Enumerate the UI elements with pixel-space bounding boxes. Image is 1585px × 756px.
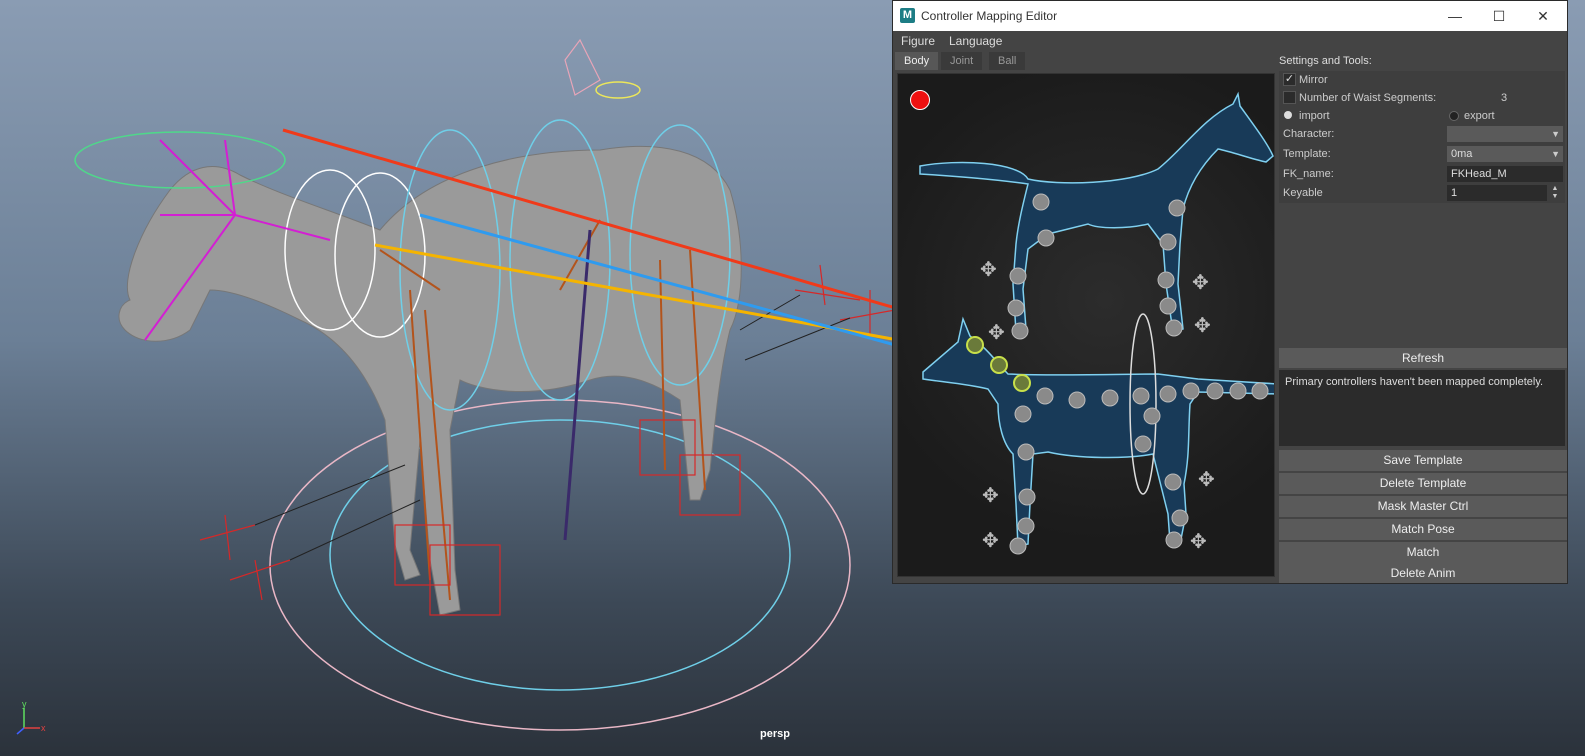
- fkname-row: FK_name: FKHead_M: [1279, 165, 1565, 183]
- refresh-button[interactable]: Refresh: [1279, 348, 1567, 368]
- import-radio[interactable]: [1284, 111, 1292, 119]
- svg-text:✥: ✥: [1198, 469, 1215, 491]
- controller-mapping-editor-window: M Controller Mapping Editor — ☐ ✕ Figure…: [892, 0, 1568, 584]
- svg-text:✥: ✥: [982, 530, 999, 552]
- silhouettes: ✥ ✥ ✥ ✥ ✥ ✥ ✥ ✥: [919, 91, 1274, 555]
- axis-gizmo: y x: [16, 700, 46, 735]
- axis-y-label: y: [22, 700, 27, 709]
- tab-ball[interactable]: Ball: [989, 52, 1026, 70]
- import-label: import: [1299, 110, 1330, 122]
- mask-master-ctrl-button[interactable]: Mask Master Ctrl: [1279, 496, 1567, 517]
- template-row: Template: 0ma ▼: [1279, 145, 1565, 163]
- tab-body[interactable]: Body: [895, 52, 939, 70]
- window-title: Controller Mapping Editor: [921, 9, 1058, 23]
- character-row: Character: ▼: [1279, 125, 1565, 143]
- status-message: Primary controllers haven't been mapped …: [1279, 370, 1565, 446]
- svg-text:✥: ✥: [1190, 531, 1207, 553]
- keyable-label: Keyable: [1283, 187, 1323, 199]
- master-ctrl: [595, 81, 641, 99]
- save-template-button[interactable]: Save Template: [1279, 450, 1567, 471]
- keyable-spinner[interactable]: ▲ ▼: [1547, 185, 1563, 201]
- minimize-button[interactable]: —: [1433, 1, 1477, 31]
- chevron-down-icon: ▼: [1551, 129, 1560, 139]
- keyable-field[interactable]: 1: [1447, 185, 1547, 201]
- template-value: 0ma: [1451, 148, 1473, 160]
- mirror-checkbox[interactable]: ✓: [1283, 73, 1296, 86]
- waist-row: Number of Waist Segments: 3: [1279, 89, 1565, 107]
- export-radio[interactable]: [1449, 111, 1459, 121]
- waist-value[interactable]: 3: [1501, 92, 1507, 104]
- character-label: Character:: [1283, 128, 1335, 140]
- fkname-label: FK_name:: [1283, 168, 1334, 180]
- template-dropdown[interactable]: 0ma ▼: [1447, 146, 1563, 162]
- template-label: Template:: [1283, 148, 1331, 160]
- export-label: export: [1464, 110, 1495, 122]
- mirror-label: Mirror: [1299, 74, 1328, 86]
- menu-figure[interactable]: Figure: [901, 34, 935, 48]
- waist-checkbox[interactable]: [1283, 91, 1296, 104]
- match-button[interactable]: Match: [1279, 542, 1567, 563]
- keyable-row: Keyable 1 ▲ ▼: [1279, 184, 1565, 202]
- maximize-button[interactable]: ☐: [1477, 1, 1521, 31]
- match-pose-button[interactable]: Match Pose: [1279, 519, 1567, 540]
- import-export-row: import export: [1279, 107, 1565, 125]
- chevron-down-icon: ▼: [1551, 149, 1560, 159]
- character-dropdown[interactable]: ▼: [1447, 126, 1563, 142]
- fkname-field[interactable]: FKHead_M: [1447, 166, 1563, 182]
- settings-panel: ✓ Mirror Number of Waist Segments: 3 imp…: [1279, 71, 1565, 203]
- mirror-row: ✓ Mirror: [1279, 71, 1565, 89]
- svg-text:✥: ✥: [982, 485, 999, 507]
- delete-template-button[interactable]: Delete Template: [1279, 473, 1567, 494]
- camera-label: persp: [760, 728, 790, 740]
- axis-x-label: x: [41, 723, 46, 733]
- close-button[interactable]: ✕: [1521, 1, 1565, 31]
- top-horse-silhouette: [919, 91, 1274, 333]
- delete-anim-button[interactable]: Delete Anim: [1279, 563, 1567, 583]
- title-bar[interactable]: M Controller Mapping Editor — ☐ ✕: [893, 1, 1567, 31]
- svg-text:✥: ✥: [980, 259, 997, 281]
- waist-label: Number of Waist Segments:: [1299, 92, 1437, 104]
- maya-app-icon: M: [900, 8, 915, 23]
- menu-bar: Figure Language: [893, 31, 1567, 51]
- ground-ring-outer: [269, 399, 851, 731]
- svg-text:✥: ✥: [988, 322, 1005, 344]
- svg-text:✥: ✥: [1192, 272, 1209, 294]
- body-mapping-canvas[interactable]: ✥ ✥ ✥ ✥ ✥ ✥ ✥ ✥: [897, 73, 1275, 577]
- svg-text:✥: ✥: [1194, 315, 1211, 337]
- settings-title: Settings and Tools:: [1279, 55, 1372, 67]
- menu-language[interactable]: Language: [949, 34, 1002, 48]
- tab-joint[interactable]: Joint: [941, 52, 983, 70]
